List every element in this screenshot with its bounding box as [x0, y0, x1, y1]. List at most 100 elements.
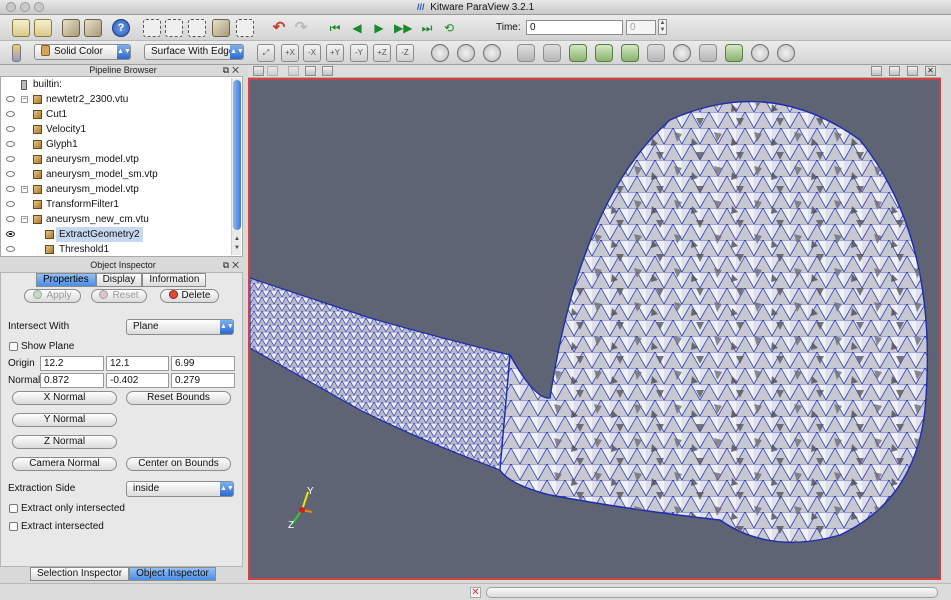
apply-button[interactable]: Apply [24, 289, 81, 303]
collapse-icon[interactable]: − [21, 96, 28, 103]
color-by-select[interactable]: Solid Color ▲▼ [34, 44, 131, 60]
minimize-window-button[interactable] [20, 2, 30, 12]
visibility-eye-icon[interactable] [6, 126, 15, 132]
previous-frame-icon[interactable]: ◀ [348, 19, 366, 37]
view-minus-x-icon[interactable]: -X [303, 44, 321, 62]
pipeline-item[interactable]: − newtetr2_2300.vtu [1, 92, 233, 107]
view-plus-z-icon[interactable]: +Z [373, 44, 391, 62]
select-frustum-icon[interactable] [188, 19, 206, 37]
render-view[interactable]: Y Z [248, 78, 941, 580]
delete-button[interactable]: Delete [160, 289, 219, 303]
split-vertical-icon[interactable] [889, 66, 900, 76]
normal-x-input[interactable]: 0.872 [40, 373, 104, 388]
disconnect-server-icon[interactable] [84, 19, 102, 37]
timestep-input[interactable]: 0 [626, 20, 656, 35]
panel-float-close-icon[interactable]: ⧉✕ [223, 260, 242, 271]
origin-y-input[interactable]: 12.1 [106, 356, 169, 371]
zoom-window-button[interactable] [34, 2, 44, 12]
abort-icon[interactable]: ✕ [470, 587, 481, 598]
pipeline-scrollbar[interactable]: ▲ ▼ [231, 78, 241, 255]
y-normal-button[interactable]: Y Normal [12, 413, 117, 427]
reset-bounds-button[interactable]: Reset Bounds [126, 391, 231, 405]
origin-z-input[interactable]: 6.99 [171, 356, 235, 371]
collapse-icon[interactable]: − [21, 186, 28, 193]
help-icon[interactable]: ? [112, 19, 130, 37]
pipeline-item-selected[interactable]: ExtractGeometry2 [1, 227, 233, 242]
close-window-button[interactable] [6, 2, 16, 12]
select-cells-icon[interactable] [143, 19, 161, 37]
scrollbar-thumb[interactable] [233, 80, 241, 230]
view-minus-y-icon[interactable]: -Y [350, 44, 368, 62]
connect-server-icon[interactable] [62, 19, 80, 37]
intersect-with-select[interactable]: Plane ▲▼ [126, 319, 234, 335]
z-normal-button[interactable]: Z Normal [12, 435, 117, 449]
next-frame-icon[interactable]: ▶▶ [394, 19, 412, 37]
camera-normal-button[interactable]: Camera Normal [12, 457, 117, 471]
scroll-down-icon[interactable]: ▼ [232, 245, 242, 251]
representation-select[interactable]: Surface With Edges ▲▼ [144, 44, 244, 60]
normal-z-input[interactable]: 0.279 [171, 373, 235, 388]
open-file-icon[interactable] [12, 19, 30, 37]
maximize-view-icon[interactable] [907, 66, 918, 76]
visibility-eye-icon[interactable] [6, 231, 15, 237]
view-plus-y-icon[interactable]: +Y [326, 44, 344, 62]
redo-icon[interactable]: ↷ [292, 19, 310, 37]
pipeline-item[interactable]: − aneurysm_new_cm.vtu [1, 212, 233, 227]
pipeline-item[interactable]: Glyph1 [1, 137, 233, 152]
tab-object-inspector[interactable]: Object Inspector [129, 567, 216, 581]
visibility-eye-icon[interactable] [6, 246, 15, 252]
rotate-center-icon[interactable] [457, 44, 475, 62]
visibility-eye-icon[interactable] [6, 186, 15, 192]
visibility-eye-icon[interactable] [6, 96, 15, 102]
warp-vector-icon[interactable] [725, 44, 743, 62]
pipeline-item[interactable]: Threshold1 [1, 242, 233, 256]
view-settings-icon[interactable] [288, 66, 299, 76]
tab-properties[interactable]: Properties [36, 273, 96, 287]
last-frame-icon[interactable]: ⏭ [418, 19, 436, 37]
origin-x-input[interactable]: 12.2 [40, 356, 104, 371]
camera-redo-icon[interactable] [267, 66, 278, 76]
pipeline-item[interactable]: aneurysm_model.vtp [1, 152, 233, 167]
pipeline-item[interactable]: Cut1 [1, 107, 233, 122]
select-block-icon[interactable] [212, 19, 230, 37]
lookmark-icon[interactable] [322, 66, 333, 76]
split-horizontal-icon[interactable] [871, 66, 882, 76]
reset-camera-icon[interactable]: ⤢ [257, 44, 275, 62]
clip-icon[interactable] [569, 44, 587, 62]
panel-float-close-icon[interactable]: ⧉✕ [223, 65, 242, 76]
extract-level-icon[interactable] [777, 44, 795, 62]
select-surface-points-icon[interactable] [236, 19, 254, 37]
pipeline-browser[interactable]: builtin: − newtetr2_2300.vtu Cut1 Veloci… [0, 76, 243, 257]
visibility-eye-icon[interactable] [6, 141, 15, 147]
visibility-eye-icon[interactable] [6, 201, 15, 207]
extract-subset-icon[interactable] [647, 44, 665, 62]
select-points-icon[interactable] [165, 19, 183, 37]
close-view-icon[interactable]: ✕ [925, 66, 936, 76]
pipeline-item[interactable]: builtin: [1, 77, 233, 92]
show-plane-checkbox[interactable] [9, 342, 18, 351]
rotate-left-icon[interactable] [431, 44, 449, 62]
first-frame-icon[interactable]: ⏮ [326, 19, 344, 37]
calculator-icon[interactable] [517, 44, 535, 62]
visibility-eye-icon[interactable] [6, 216, 15, 222]
threshold-icon[interactable] [621, 44, 639, 62]
timestep-spinner[interactable]: ▲ ▼ [658, 19, 667, 35]
x-normal-button[interactable]: X Normal [12, 391, 117, 405]
visibility-eye-icon[interactable] [6, 111, 15, 117]
group-datasets-icon[interactable] [751, 44, 769, 62]
time-input[interactable]: 0 [526, 20, 623, 35]
color-legend-icon[interactable] [12, 44, 21, 62]
glyph-icon[interactable] [673, 44, 691, 62]
undo-icon[interactable]: ↶ [270, 19, 288, 37]
pipeline-item[interactable]: Velocity1 [1, 122, 233, 137]
capture-screenshot-icon[interactable] [305, 66, 316, 76]
tab-display[interactable]: Display [95, 273, 143, 287]
open-folder-icon[interactable] [34, 19, 52, 37]
extract-only-intersected-checkbox[interactable] [9, 504, 18, 513]
tab-information[interactable]: Information [142, 273, 207, 287]
collapse-icon[interactable]: − [21, 216, 28, 223]
normal-y-input[interactable]: -0.402 [106, 373, 169, 388]
view-plus-x-icon[interactable]: +X [281, 44, 299, 62]
rotate-right-icon[interactable] [483, 44, 501, 62]
pipeline-item[interactable]: TransformFilter1 [1, 197, 233, 212]
